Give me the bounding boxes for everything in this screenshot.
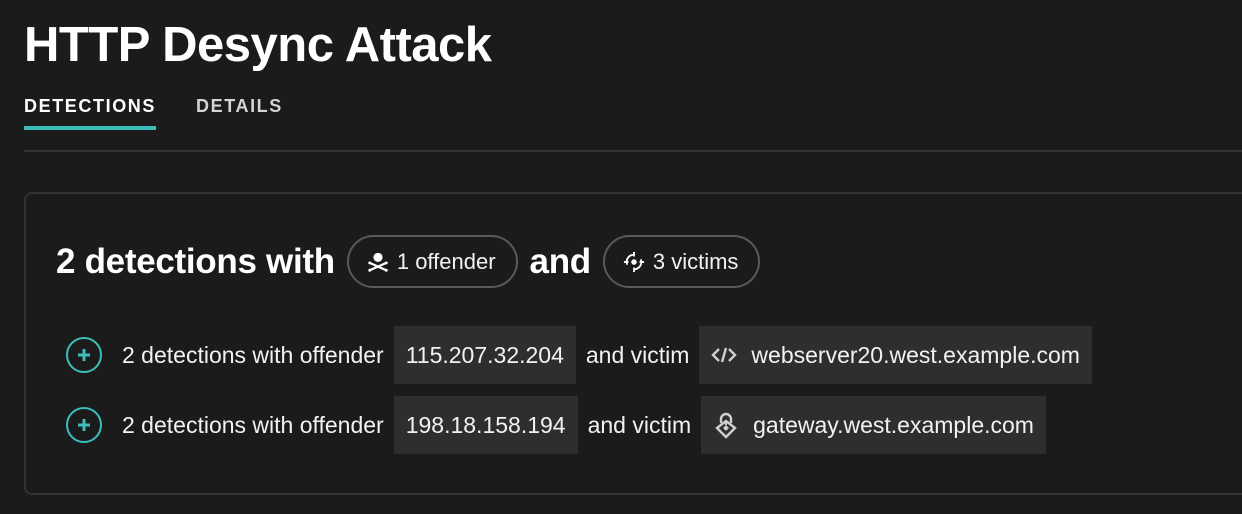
tab-detections[interactable]: DETECTIONS	[24, 94, 157, 130]
detection-group-list: 2 detections with offender 115.207.32.20…	[66, 326, 1102, 466]
detections-summary: 2 detections with 1 offender and 3 victi…	[56, 235, 761, 288]
row-middle: and victim	[585, 341, 690, 368]
offender-count-pill[interactable]: 1 offender	[346, 235, 518, 288]
tab-bar: DETECTIONS DETAILS	[24, 94, 283, 130]
offender-count-label: 1 offender	[396, 248, 496, 274]
page: HTTP Desync Attack DETECTIONS DETAILS 2 …	[0, 0, 1242, 514]
gateway-lock-icon	[715, 412, 737, 439]
detection-group-row: 2 detections with offender 115.207.32.20…	[66, 326, 1102, 384]
crosshair-target-icon	[623, 251, 644, 272]
tabs-divider	[24, 150, 1242, 152]
victim-hostname: gateway.west.example.com	[753, 411, 1034, 438]
row-prefix: 2 detections with offender	[122, 411, 384, 438]
row-prefix: 2 detections with offender	[122, 341, 384, 368]
code-brackets-icon	[711, 347, 738, 363]
offender-chip[interactable]: 198.18.158.194	[393, 396, 578, 454]
offender-chip[interactable]: 115.207.32.204	[393, 326, 576, 384]
expand-button[interactable]	[66, 337, 102, 373]
victim-count-pill[interactable]: 3 victims	[602, 235, 761, 288]
expand-button[interactable]	[66, 407, 102, 443]
offender-ip: 198.18.158.194	[405, 411, 566, 438]
detection-group-row: 2 detections with offender 198.18.158.19…	[66, 396, 1102, 454]
plus-circle-icon	[78, 419, 90, 431]
row-middle: and victim	[587, 411, 692, 438]
skull-crossbones-icon	[368, 252, 388, 272]
offender-ip: 115.207.32.204	[405, 341, 564, 368]
plus-circle-icon	[78, 349, 90, 361]
victim-chip[interactable]: gateway.west.example.com	[701, 396, 1046, 454]
victim-count-label: 3 victims	[652, 248, 739, 274]
tab-details[interactable]: DETAILS	[196, 94, 283, 126]
victim-chip[interactable]: webserver20.west.example.com	[699, 326, 1092, 384]
page-title: HTTP Desync Attack	[24, 18, 492, 72]
victim-hostname: webserver20.west.example.com	[751, 341, 1080, 368]
summary-conjunction: and	[529, 241, 592, 281]
summary-prefix: 2 detections with	[56, 241, 335, 281]
